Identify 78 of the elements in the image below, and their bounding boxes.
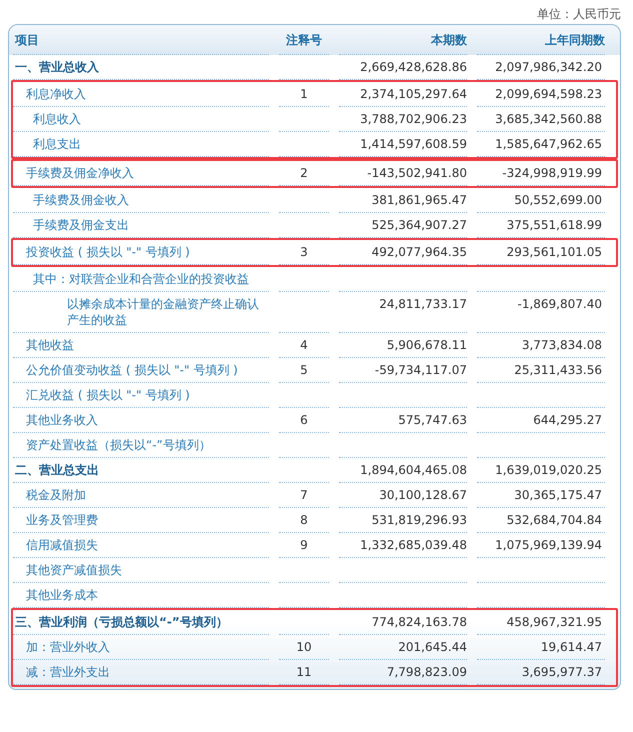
table-cell: 2 <box>300 166 308 180</box>
table-cell: 其他资产减值损失 <box>26 563 122 577</box>
table-cell: 1,894,604,465.08 <box>360 463 467 477</box>
table-cell: 30,365,175.47 <box>514 488 602 502</box>
table-cell: 2,097,986,342.20 <box>495 60 602 74</box>
table-cell: 644,295.27 <box>533 413 602 427</box>
table-cell: 三、营业利润（亏损总额以“-”号填列） <box>15 615 228 629</box>
table-cell: 293,561,101.05 <box>506 245 602 259</box>
table-cell: 25,311,433.56 <box>514 363 602 377</box>
table-cell: 4 <box>300 338 308 352</box>
table-cell: 3 <box>300 245 308 259</box>
table-cell: 加：营业外收入 <box>26 640 110 654</box>
table-cell: 2,669,428,628.86 <box>360 60 467 74</box>
table-cell: 7 <box>300 488 308 502</box>
table-cell: 手续费及佣金净收入 <box>26 166 134 180</box>
table-cell: 525,364,907.27 <box>372 218 467 232</box>
table-cell: 575,747.63 <box>398 413 467 427</box>
table-cell: 2,374,105,297.64 <box>360 87 467 101</box>
unit-label: 单位：人民币元 <box>537 6 621 23</box>
table-cell: 1 <box>300 87 308 101</box>
table-cell: 二、营业总支出 <box>15 463 99 477</box>
table-cell: 3,773,834.08 <box>522 338 602 352</box>
table-cell: 1,414,597,608.59 <box>360 137 467 151</box>
table-cell: 税金及附加 <box>26 488 86 502</box>
table-cell: 532,684,704.84 <box>506 513 602 527</box>
table-cell: 投资收益 ( 损失以 "-" 号填列 ) <box>26 245 190 259</box>
table-cell: 30,100,128.67 <box>379 488 467 502</box>
table-cell: 375,551,618.99 <box>506 218 602 232</box>
table-cell: 458,967,321.95 <box>506 615 602 629</box>
table-cell: -59,734,117.07 <box>374 363 467 377</box>
table-cell: 手续费及佣金收入 <box>33 193 129 207</box>
column-header: 本期数 <box>339 25 467 55</box>
table-cell: 19,614.47 <box>540 640 602 654</box>
table-cell: 2,099,694,598.23 <box>495 87 602 101</box>
table-cell: 信用减值损失 <box>26 538 98 552</box>
table-cell: 492,077,964.35 <box>372 245 467 259</box>
table-cell: 一、营业总收入 <box>15 60 99 74</box>
table-cell: -324,998,919.99 <box>502 166 602 180</box>
table-cell: 公允价值变动收益 ( 损失以 "-" 号填列 ) <box>26 363 238 377</box>
table-cell: 3,695,977.37 <box>522 665 602 679</box>
table-cell: 9 <box>300 538 308 552</box>
table-cell: 5 <box>300 363 308 377</box>
table-cell: 利息支出 <box>33 137 81 151</box>
table-cell: 汇兑收益 ( 损失以 "-" 号填列 ) <box>26 388 190 402</box>
table-cell: 以摊余成本计量的金融资产终止确认产生的收益 <box>67 297 259 327</box>
table-cell: 11 <box>296 665 312 679</box>
table-cell: 1,585,647,962.65 <box>495 137 602 151</box>
table-cell: 业务及管理费 <box>26 513 98 527</box>
table-cell: 资产处置收益（损失以“-”号填列） <box>26 438 211 452</box>
table-cell: 手续费及佣金支出 <box>33 218 129 232</box>
table-cell: 1,332,685,039.48 <box>360 538 467 552</box>
column-header: 注释号 <box>279 25 329 55</box>
table-cell: 8 <box>300 513 308 527</box>
table-cell: 3,788,702,906.23 <box>360 112 467 126</box>
table-cell: 24,811,733.17 <box>379 297 467 311</box>
table-cell: 381,861,965.47 <box>372 193 467 207</box>
table-cell: -1,869,807.40 <box>518 297 602 311</box>
table-cell: 10 <box>296 640 312 654</box>
table-cell: 其他业务收入 <box>26 413 98 427</box>
table-cell: -143,502,941.80 <box>367 166 467 180</box>
table-cell: 5,906,678.11 <box>386 338 467 352</box>
table-cell: 50,552,699.00 <box>514 193 602 207</box>
table-cell: 1,639,019,020.25 <box>495 463 602 477</box>
table-cell: 其他收益 <box>26 338 74 352</box>
table-cell: 201,645.44 <box>398 640 467 654</box>
table-cell: 6 <box>300 413 308 427</box>
table-cell: 其他业务成本 <box>26 588 98 602</box>
column-header: 上年同期数 <box>477 25 605 55</box>
column-header: 项目 <box>13 25 269 55</box>
table-cell: 774,824,163.78 <box>372 615 467 629</box>
table-cell: 7,798,823.09 <box>386 665 467 679</box>
table-cell: 3,685,342,560.88 <box>495 112 602 126</box>
table-cell: 其中：对联营企业和合营企业的投资收益 <box>33 272 249 286</box>
table-cell: 减：营业外支出 <box>26 665 110 679</box>
table-cell: 利息收入 <box>33 112 81 126</box>
table-cell: 1,075,969,139.94 <box>495 538 602 552</box>
table-cell: 531,819,296.93 <box>372 513 467 527</box>
table-cell: 利息净收入 <box>26 87 86 101</box>
